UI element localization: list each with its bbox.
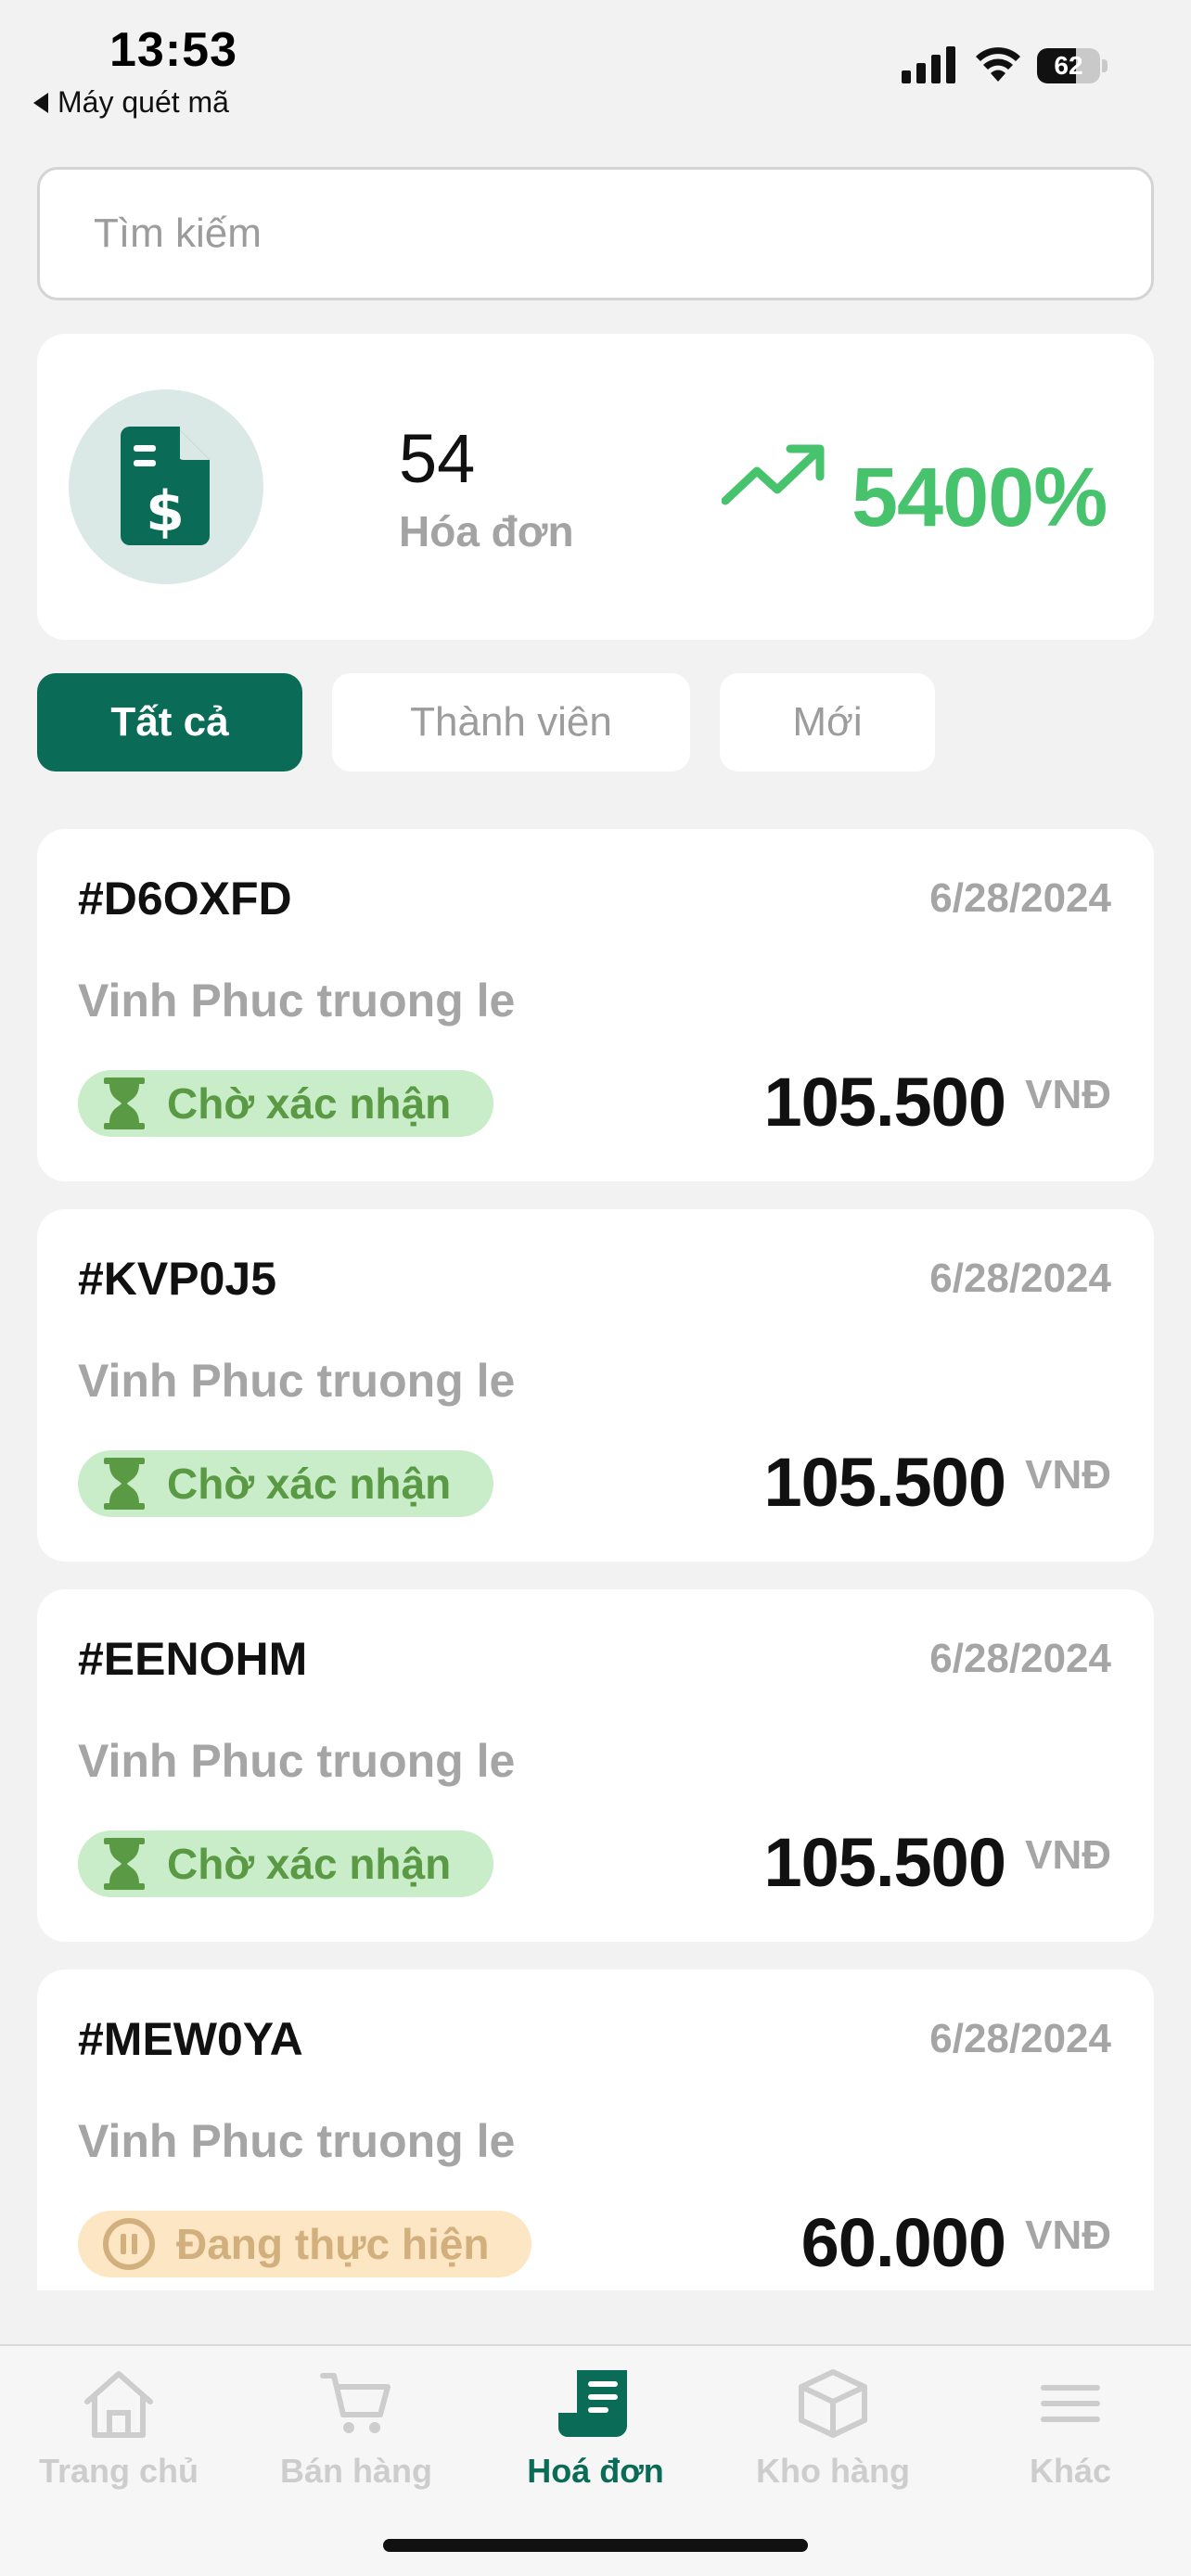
status-time: 13:53 (109, 23, 237, 77)
menu-icon (1041, 2385, 1100, 2422)
status-label: Chờ xác nhận (167, 1840, 452, 1888)
invoice-code: #KVP0J5 (78, 1253, 277, 1305)
customer-name: Vinh Phuc truong le (78, 1355, 516, 1407)
cellular-signal-icon (902, 46, 955, 83)
invoice-count: 54 (399, 420, 476, 497)
invoice-code: #EENOHM (78, 1633, 308, 1685)
invoice-date: 6/28/2024 (929, 1256, 1111, 1301)
nav-warehouse[interactable]: Kho hàng (731, 2368, 935, 2491)
status-label: Chờ xác nhận (167, 1079, 452, 1128)
status-badge: Chờ xác nhận (78, 1070, 494, 1137)
trending-up-icon (722, 444, 825, 505)
home-indicator (383, 2539, 808, 2552)
status-badge: Chờ xác nhận (78, 1830, 494, 1897)
nav-sales-label: Bán hàng (279, 2452, 432, 2490)
invoice-card[interactable]: #KVP0J5 6/28/2024 Vinh Phuc truong le Ch… (37, 1209, 1154, 1562)
battery-percent: 62 (1054, 51, 1083, 80)
tab-members[interactable]: Thành viên (332, 673, 690, 772)
status-badge: Đang thực hiện (78, 2211, 532, 2277)
nav-warehouse-label: Kho hàng (756, 2452, 910, 2490)
customer-name: Vinh Phuc truong le (78, 975, 516, 1027)
invoice-amount: 105.500 (763, 1824, 1006, 1901)
tab-new[interactable]: Mới (720, 673, 935, 772)
invoice-list: #D6OXFD 6/28/2024 Vinh Phuc truong le Ch… (0, 825, 1191, 2290)
growth-percent: 5400% (852, 452, 1108, 544)
nav-home-label: Trang chủ (38, 2452, 199, 2490)
battery-indicator: 62 (1037, 48, 1108, 85)
pause-circle-icon (103, 2218, 155, 2270)
invoice-date: 6/28/2024 (929, 875, 1111, 921)
customer-name: Vinh Phuc truong le (78, 1735, 516, 1787)
invoice-card[interactable]: #MEW0YA 6/28/2024 Vinh Phuc truong le Đa… (37, 1970, 1154, 2290)
invoice-card[interactable]: #D6OXFD 6/28/2024 Vinh Phuc truong le Ch… (37, 829, 1154, 1181)
nav-invoices-label: Hoá đơn (527, 2452, 664, 2490)
currency-label: VNĐ (1025, 1452, 1111, 1498)
invoice-summary-card: $ 54 Hóa đơn 5400% (37, 334, 1154, 640)
tab-all[interactable]: Tất cả (37, 673, 302, 772)
currency-label: VNĐ (1025, 1072, 1111, 1117)
nav-invoices[interactable]: Hoá đơn (493, 2368, 698, 2491)
customer-name: Vinh Phuc truong le (78, 2115, 516, 2167)
status-badge: Chờ xác nhận (78, 1450, 494, 1517)
status-bar: 13:53 Máy quét mã 62 (0, 0, 1191, 139)
svg-text:$: $ (146, 479, 185, 544)
nav-more[interactable]: Khác (968, 2368, 1172, 2491)
invoice-code: #MEW0YA (78, 2013, 303, 2065)
nav-home[interactable]: Trang chủ (17, 2368, 221, 2491)
box-icon (799, 2369, 867, 2438)
back-app-label: Máy quét mã (58, 85, 229, 119)
cart-icon (320, 2373, 391, 2433)
invoice-count-label: Hóa đơn (399, 507, 574, 555)
invoice-amount: 105.500 (763, 1064, 1006, 1141)
nav-sales[interactable]: Bán hàng (254, 2368, 458, 2491)
search-input[interactable] (37, 167, 1154, 300)
invoice-date: 6/28/2024 (929, 2016, 1111, 2061)
invoice-code: #D6OXFD (78, 873, 292, 925)
hourglass-icon (104, 1078, 145, 1129)
invoice-card[interactable]: #EENOHM 6/28/2024 Vinh Phuc truong le Ch… (37, 1589, 1154, 1942)
status-label: Đang thực hiện (176, 2220, 490, 2268)
currency-label: VNĐ (1025, 2213, 1111, 2258)
invoice-dollar-icon: $ (121, 427, 210, 545)
invoice-amount: 105.500 (763, 1444, 1006, 1521)
currency-label: VNĐ (1025, 1832, 1111, 1878)
hourglass-icon (104, 1458, 145, 1510)
invoice-icon-circle: $ (69, 389, 263, 584)
nav-more-label: Khác (1029, 2452, 1112, 2490)
invoice-amount: 60.000 (800, 2204, 1006, 2281)
wifi-icon (976, 47, 1020, 82)
back-to-app-link[interactable]: Máy quét mã (33, 85, 229, 120)
hourglass-icon (104, 1838, 145, 1890)
status-label: Chờ xác nhận (167, 1460, 452, 1508)
invoice-date: 6/28/2024 (929, 1636, 1111, 1681)
receipt-icon (558, 2370, 627, 2437)
back-triangle-icon (33, 92, 48, 113)
home-icon (84, 2371, 153, 2438)
